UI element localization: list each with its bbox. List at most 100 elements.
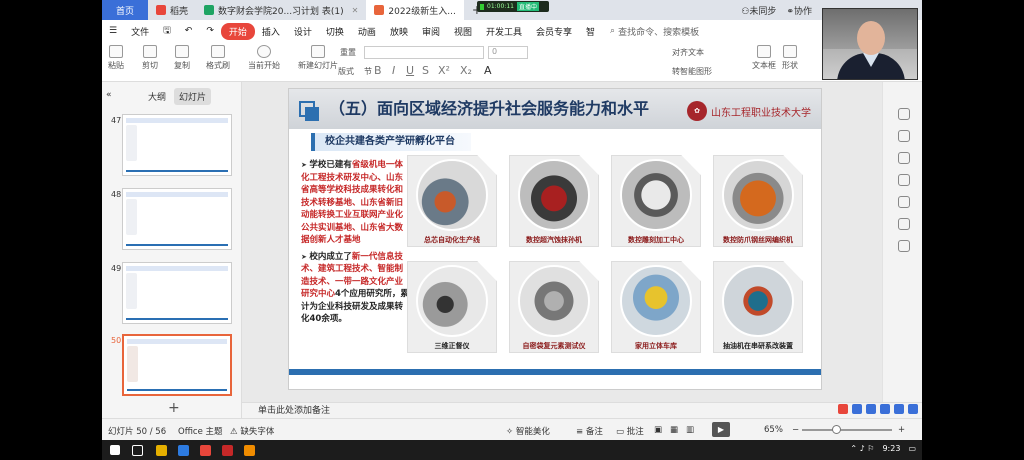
new-slide-button[interactable]: 新建幻灯片: [298, 45, 338, 71]
menu-animation[interactable]: 动画: [351, 25, 383, 38]
notes-pane[interactable]: 单击此处添加备注: [242, 402, 922, 418]
thumbnail-item[interactable]: 47: [108, 114, 232, 180]
ime-skin-icon[interactable]: [908, 404, 918, 414]
help-icon[interactable]: [898, 196, 910, 208]
pen-icon[interactable]: [898, 108, 910, 120]
menu-file[interactable]: 文件: [124, 25, 156, 38]
notes-toggle[interactable]: ≡ 备注: [576, 425, 603, 437]
paste-button[interactable]: 粘贴: [108, 45, 124, 71]
settings-icon[interactable]: [898, 130, 910, 142]
hamburger-icon[interactable]: ☰: [102, 26, 124, 36]
menu-transition[interactable]: 切换: [319, 25, 351, 38]
menu-developer[interactable]: 开发工具: [479, 25, 529, 38]
template-icon[interactable]: [898, 218, 910, 230]
tab-slides[interactable]: 幻灯片: [174, 88, 212, 105]
resource-icon[interactable]: [898, 240, 910, 252]
reset-button[interactable]: 重置: [340, 47, 356, 58]
strikethrough-button[interactable]: S: [422, 64, 429, 77]
subscript-button[interactable]: X₂: [460, 64, 472, 77]
tab-presentation[interactable]: 2022级新生入...: [366, 0, 464, 20]
slide-thumbnail-selected[interactable]: [122, 334, 232, 396]
beautify-button[interactable]: ✧ 智能美化: [506, 425, 550, 437]
ime-emoji-icon[interactable]: [866, 404, 876, 414]
photo-card[interactable]: 自密袋复元素测试仪: [509, 261, 599, 353]
view-normal-icon[interactable]: ▣: [654, 425, 662, 435]
shape-button[interactable]: 形状: [782, 45, 798, 71]
menu-home[interactable]: 开始: [220, 22, 255, 40]
font-color-button[interactable]: A: [484, 64, 492, 77]
slide-thumbnail[interactable]: [122, 114, 232, 176]
ime-logo-icon[interactable]: [838, 404, 848, 414]
clock[interactable]: 9:23: [882, 444, 900, 453]
copy-button[interactable]: 复制: [174, 45, 190, 71]
italic-button[interactable]: I: [392, 64, 395, 77]
thumbnail-item-current[interactable]: 50: [108, 334, 232, 400]
font-size-input[interactable]: 0: [488, 46, 528, 59]
menu-view[interactable]: 视图: [447, 25, 479, 38]
edge-icon[interactable]: [178, 445, 189, 456]
superscript-button[interactable]: X²: [438, 64, 450, 77]
play-slideshow-button[interactable]: ▶: [712, 422, 730, 437]
close-icon[interactable]: ✕: [352, 6, 359, 15]
slide-title[interactable]: （五）面向区域经济提升社会服务能力和水平: [329, 95, 649, 119]
cut-button[interactable]: 剪切: [142, 45, 158, 71]
photo-card[interactable]: 数控防爪钢丝网编织机: [713, 155, 803, 247]
comments-toggle[interactable]: ▭ 批注: [616, 425, 644, 437]
align-text-button[interactable]: 对齐文本: [672, 47, 704, 58]
ime-lang-icon[interactable]: [852, 404, 862, 414]
file-explorer-icon[interactable]: [156, 445, 167, 456]
slide[interactable]: （五）面向区域经济提升社会服务能力和水平 ✿ 山东工程职业技术大学 校企共建各类…: [288, 88, 822, 390]
sync-status[interactable]: ⚇未同步: [741, 4, 776, 17]
collab-button[interactable]: ⚭协作: [786, 4, 812, 17]
tab-docer[interactable]: 稻壳: [148, 0, 196, 20]
wps-icon[interactable]: [200, 445, 211, 456]
zoom-out-icon[interactable]: −: [792, 425, 799, 435]
tab-spreadsheet[interactable]: 数字财会学院20...习计划 表(1) ✕: [196, 0, 366, 20]
bold-button[interactable]: B: [374, 64, 382, 77]
photo-card[interactable]: 三维正督仪: [407, 261, 497, 353]
textbox-button[interactable]: 文本框: [752, 45, 776, 71]
smartart-button[interactable]: 转智能图形: [672, 66, 712, 77]
command-search[interactable]: ⌕ 查找命令、搜索模板: [610, 25, 699, 38]
view-reading-icon[interactable]: ▥: [686, 425, 694, 435]
ime-keyboard-icon[interactable]: [894, 404, 904, 414]
view-sorter-icon[interactable]: ▦: [670, 425, 678, 435]
thumbnail-item[interactable]: 48: [108, 188, 232, 254]
slide-thumbnail[interactable]: [122, 262, 232, 324]
photo-card[interactable]: 家用立体车库: [611, 261, 701, 353]
ime-mic-icon[interactable]: [880, 404, 890, 414]
thumbnail-item[interactable]: 49: [108, 262, 232, 328]
redo-icon[interactable]: ↷: [199, 26, 221, 36]
search-icon[interactable]: [132, 445, 143, 456]
menu-slideshow[interactable]: 放映: [383, 25, 415, 38]
menu-design[interactable]: 设计: [287, 25, 319, 38]
layout-button[interactable]: 版式: [338, 66, 354, 77]
tray-icons[interactable]: ⌃ ♪ ⚐: [850, 444, 874, 453]
zoom-slider-handle[interactable]: [832, 425, 841, 434]
play-from-current-button[interactable]: 当前开始: [248, 45, 280, 71]
notification-icon[interactable]: ▭: [908, 444, 916, 453]
slide-thumbnail[interactable]: [122, 188, 232, 250]
app-icon[interactable]: [244, 445, 255, 456]
photo-card[interactable]: 数控雕刻加工中心: [611, 155, 701, 247]
wps-presentation-icon[interactable]: [222, 445, 233, 456]
missing-font-button[interactable]: ⚠ 缺失字体: [230, 425, 274, 437]
save-icon[interactable]: 🖫: [156, 23, 178, 39]
add-slide-button[interactable]: +: [168, 400, 180, 416]
menu-smart[interactable]: 智: [579, 25, 602, 38]
zoom-slider[interactable]: [802, 429, 892, 431]
tab-home[interactable]: 首页: [102, 0, 148, 20]
slide-subtitle[interactable]: 校企共建各类产学研孵化平台: [311, 133, 471, 151]
underline-button[interactable]: U: [406, 64, 414, 77]
undo-icon[interactable]: ↶: [178, 26, 200, 36]
animation-icon[interactable]: [898, 174, 910, 186]
photo-card[interactable]: 总芯自动化生产线: [407, 155, 497, 247]
menu-insert[interactable]: 插入: [255, 25, 287, 38]
zoom-in-icon[interactable]: +: [898, 425, 905, 435]
bullet-text-box[interactable]: ➤ 学校已建有省级机电一体化工程技术研发中心、山东省高等学校科技成果转化和技术转…: [301, 159, 409, 330]
photo-card[interactable]: 抽油机在串研系改装置: [713, 261, 803, 353]
photo-card[interactable]: 数控超汽蚀抹孙机: [509, 155, 599, 247]
section-button[interactable]: 节: [364, 66, 372, 77]
font-name-input[interactable]: [364, 46, 484, 59]
format-painter-button[interactable]: 格式刷: [206, 45, 230, 71]
